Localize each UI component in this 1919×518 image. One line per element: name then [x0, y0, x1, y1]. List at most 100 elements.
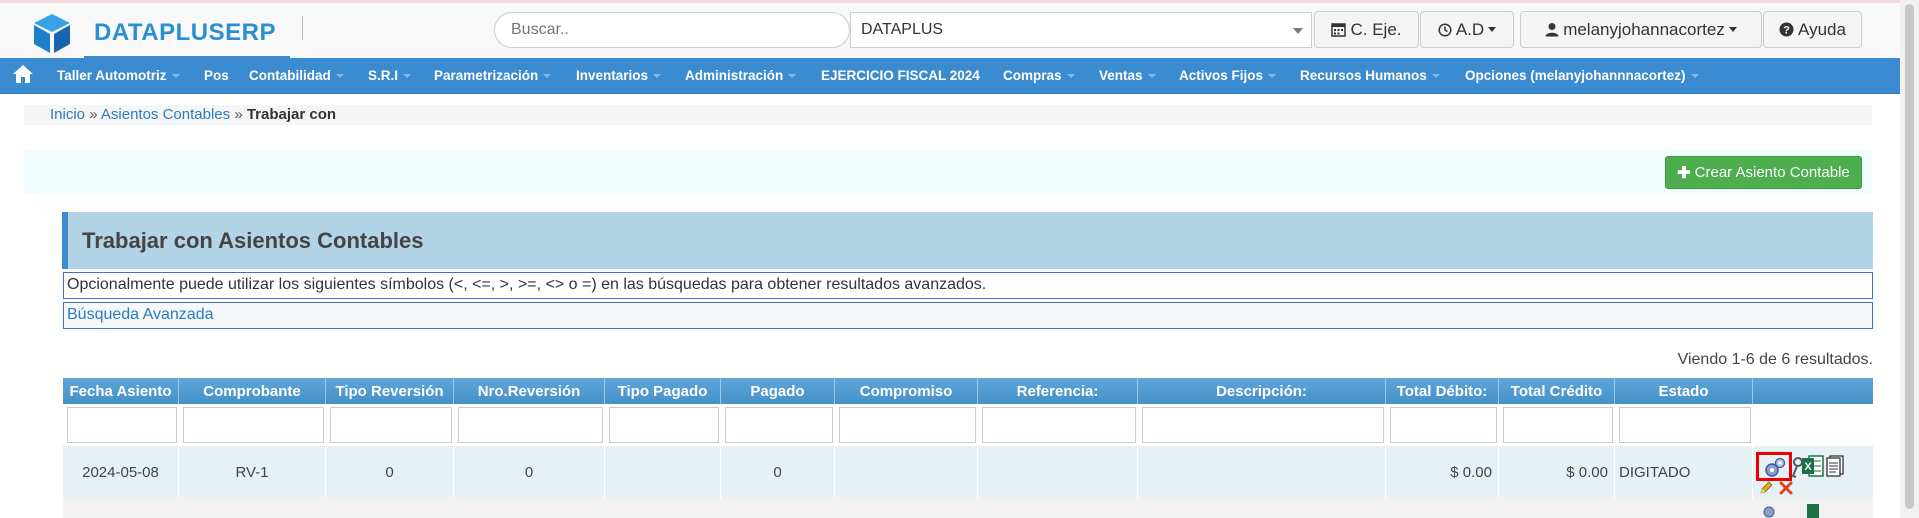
- chevron-down-icon: [1268, 74, 1277, 79]
- nav-item-contabilidad[interactable]: Contabilidad: [249, 68, 344, 83]
- column-header[interactable]: Compromiso: [835, 378, 978, 404]
- brand-name: DATAPLUSERP: [94, 19, 276, 46]
- help-button[interactable]: ? Ayuda: [1763, 11, 1862, 48]
- column-header-actions: [1753, 378, 1873, 404]
- create-entry-button[interactable]: ✚ Crear Asiento Contable: [1665, 156, 1862, 189]
- cell-descripcion: [1138, 446, 1386, 498]
- nav-item-ejercicio-fiscal[interactable]: EJERCICIO FISCAL 2024: [821, 68, 980, 83]
- nav-item-sri[interactable]: S.R.I: [368, 68, 412, 83]
- table-row[interactable]: 2024-05-08 RV-1 0 0 0 $ 0.00 $ 0.00 DIGI…: [63, 446, 1873, 498]
- filter-input-tipo-pagado[interactable]: [609, 407, 719, 443]
- column-header[interactable]: Total Crédito: [1499, 378, 1615, 404]
- filter-input-fecha[interactable]: [67, 407, 177, 443]
- filter-input-compromiso[interactable]: [839, 407, 976, 443]
- header-divider: [302, 16, 303, 40]
- chevron-down-icon: [403, 74, 412, 79]
- column-header[interactable]: Pagado: [721, 378, 835, 404]
- gears-icon[interactable]: [1761, 502, 1781, 518]
- table-header: Fecha Asiento Comprobante Tipo Reversión…: [63, 378, 1873, 404]
- cell-estado: DIGITADO: [1615, 446, 1753, 498]
- svg-text:X: X: [1804, 461, 1812, 473]
- column-header[interactable]: Referencia:: [978, 378, 1138, 404]
- nav-label: Opciones (melanyjohannnacortez): [1465, 68, 1686, 83]
- excel-icon[interactable]: [1807, 502, 1827, 518]
- nav-item-opciones[interactable]: Opciones (melanyjohannnacortez): [1465, 68, 1699, 83]
- breadcrumb-section-link[interactable]: Asientos Contables: [101, 106, 230, 123]
- table-row-partial: [63, 498, 1873, 518]
- user-menu-button[interactable]: melanyjohannacortez: [1520, 11, 1762, 48]
- nav-item-pos[interactable]: Pos: [204, 68, 229, 83]
- ad-dropdown-button[interactable]: A.D: [1420, 11, 1514, 48]
- nav-item-activos-fijos[interactable]: Activos Fijos: [1179, 68, 1277, 83]
- home-icon[interactable]: [12, 64, 34, 84]
- filter-input-total-credito[interactable]: [1503, 407, 1613, 443]
- filter-cell: [179, 404, 326, 446]
- filter-cell: [978, 404, 1138, 446]
- nav-item-taller-automotriz[interactable]: Taller Automotriz: [57, 68, 180, 83]
- filter-cell: [1615, 404, 1753, 446]
- clock-icon: [1438, 22, 1452, 37]
- pencil-icon[interactable]: [1759, 481, 1773, 495]
- filter-cell: [63, 404, 179, 446]
- fiscal-year-button[interactable]: C. Eje.: [1314, 11, 1419, 48]
- nav-label: Pos: [204, 68, 229, 83]
- plus-icon: ✚: [1677, 164, 1691, 182]
- nav-label: Compras: [1003, 68, 1062, 83]
- search-input[interactable]: [494, 12, 850, 48]
- filter-cell: [454, 404, 605, 446]
- column-header[interactable]: Descripción:: [1138, 378, 1386, 404]
- user-icon: [1545, 23, 1559, 37]
- nav-item-administracion[interactable]: Administración: [685, 68, 797, 83]
- filter-input-nro-reversion[interactable]: [458, 407, 603, 443]
- delete-icon[interactable]: [1779, 481, 1793, 495]
- cell-fecha: 2024-05-08: [63, 446, 179, 498]
- nav-label: Administración: [685, 68, 784, 83]
- gears-icon[interactable]: [1763, 457, 1787, 479]
- breadcrumb-home-link[interactable]: Inicio: [50, 106, 85, 123]
- nav-label: Taller Automotriz: [57, 68, 167, 83]
- ad-label: A.D: [1455, 19, 1485, 39]
- excel-icon[interactable]: X: [1802, 454, 1824, 478]
- scrollbar-thumb[interactable]: [1905, 4, 1914, 509]
- brand[interactable]: DATAPLUSERP: [30, 10, 276, 56]
- column-header[interactable]: Nro.Reversión: [454, 378, 605, 404]
- filter-input-estado[interactable]: [1619, 407, 1751, 443]
- nav-item-inventarios[interactable]: Inventarios: [576, 68, 662, 83]
- nav-item-compras[interactable]: Compras: [1003, 68, 1075, 83]
- create-entry-label: Crear Asiento Contable: [1694, 164, 1850, 181]
- company-select[interactable]: DATAPLUS: [850, 12, 1312, 48]
- chevron-down-icon: [1293, 28, 1303, 34]
- row-filler: [63, 498, 1753, 518]
- results-summary: Viendo 1-6 de 6 resultados.: [1677, 351, 1873, 368]
- filter-cell: [326, 404, 454, 446]
- main-nav: Taller Automotriz Pos Contabilidad S.R.I…: [0, 58, 1900, 94]
- breadcrumb-separator: »: [89, 106, 98, 123]
- nav-item-ventas[interactable]: Ventas: [1099, 68, 1156, 83]
- company-select-value: DATAPLUS: [861, 21, 944, 38]
- chevron-down-icon: [335, 74, 344, 79]
- column-header[interactable]: Estado: [1615, 378, 1753, 404]
- nav-label: EJERCICIO FISCAL 2024: [821, 68, 980, 83]
- filter-input-referencia[interactable]: [982, 407, 1136, 443]
- document-icon[interactable]: [1826, 455, 1844, 477]
- entries-table: Fecha Asiento Comprobante Tipo Reversión…: [63, 378, 1873, 518]
- column-header[interactable]: Tipo Reversión: [326, 378, 454, 404]
- search-hint: Opcionalmente puede utilizar los siguien…: [63, 272, 1873, 299]
- filter-input-pagado[interactable]: [725, 407, 833, 443]
- filter-input-total-debito[interactable]: [1390, 407, 1497, 443]
- cell-referencia: [978, 446, 1138, 498]
- advanced-search-link[interactable]: Búsqueda Avanzada: [63, 302, 1873, 329]
- cell-total-credito: $ 0.00: [1499, 446, 1615, 498]
- filter-input-tipo-reversion[interactable]: [330, 407, 452, 443]
- cube-logo-icon: [34, 14, 70, 53]
- column-header[interactable]: Total Débito:: [1386, 378, 1499, 404]
- nav-item-parametrizacion[interactable]: Parametrización: [434, 68, 552, 83]
- filter-input-comprobante[interactable]: [183, 407, 324, 443]
- column-header[interactable]: Fecha Asiento: [63, 378, 179, 404]
- filter-input-descripcion[interactable]: [1142, 407, 1384, 443]
- nav-item-recursos-humanos[interactable]: Recursos Humanos: [1300, 68, 1440, 83]
- column-header[interactable]: Comprobante: [179, 378, 326, 404]
- user-name: melanyjohannacortez: [1563, 19, 1725, 39]
- cell-pagado: 0: [721, 446, 835, 498]
- column-header[interactable]: Tipo Pagado: [605, 378, 721, 404]
